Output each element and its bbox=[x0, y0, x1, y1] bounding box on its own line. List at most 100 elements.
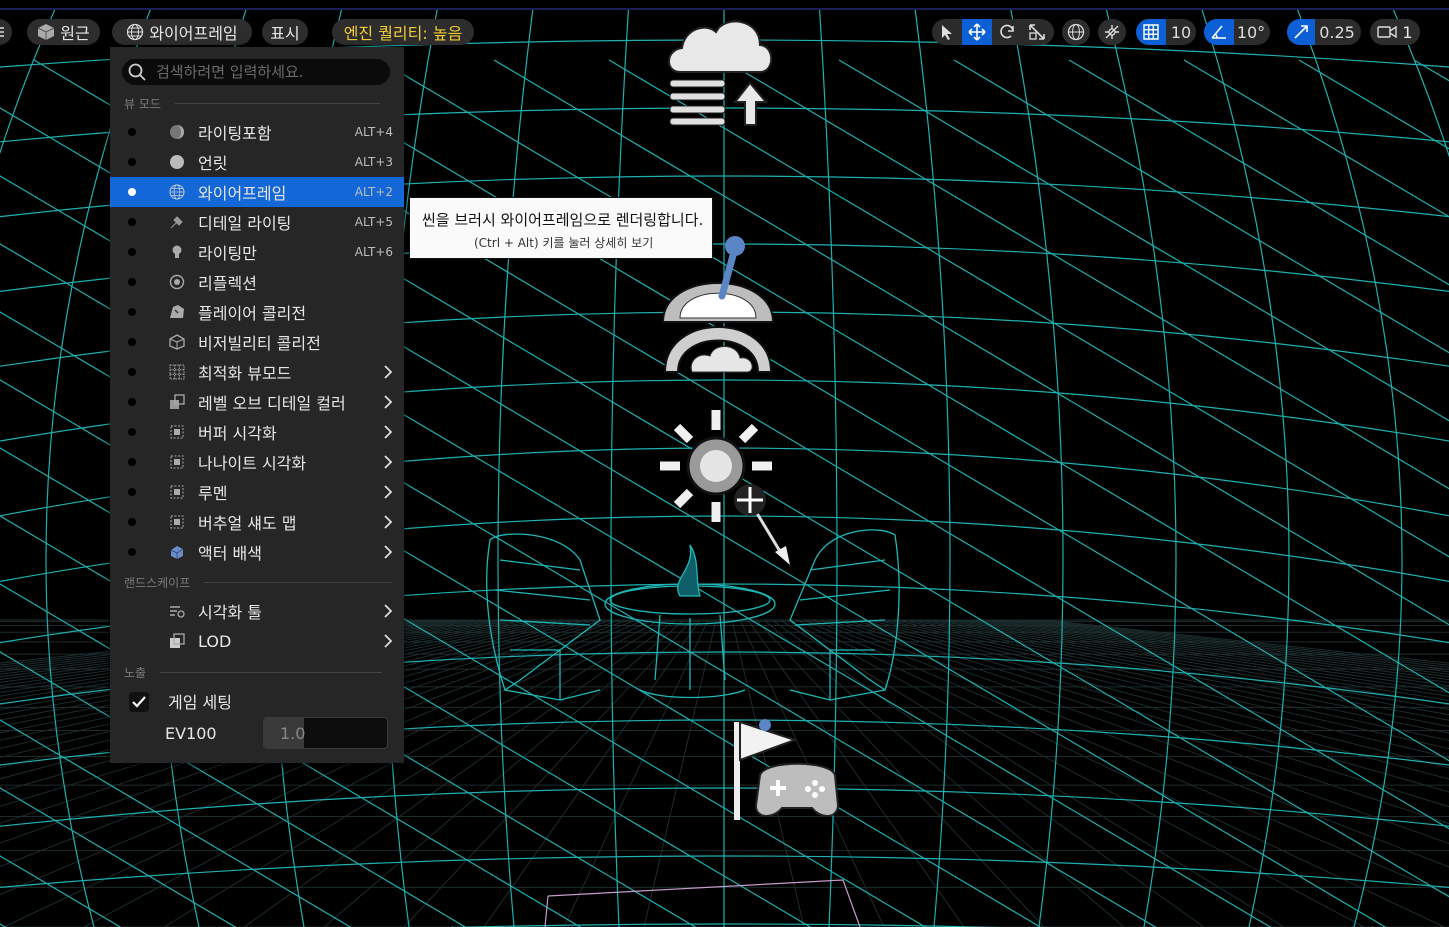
shortcut-label: ALT+4 bbox=[354, 125, 393, 139]
view-mode-label: 리플렉션 bbox=[198, 274, 257, 293]
lumen-icon bbox=[169, 484, 185, 500]
show-button[interactable]: 표시 bbox=[262, 19, 308, 45]
move-arrows-icon bbox=[968, 23, 986, 41]
perspective-button[interactable]: 원근 bbox=[27, 19, 100, 45]
player-start-icon[interactable] bbox=[734, 719, 840, 820]
directional-light-icon[interactable] bbox=[660, 410, 790, 565]
chevron-right-icon bbox=[383, 394, 393, 414]
view-mode-label: 와이어프레임 bbox=[149, 24, 238, 43]
section-view-modes-label: 뷰 모드 bbox=[124, 97, 161, 111]
surface-snap-button[interactable] bbox=[1098, 19, 1126, 45]
rotation-snap-value[interactable]: 10° bbox=[1234, 19, 1268, 45]
view-mode-item[interactable]: 와이어프레임 ALT+2 bbox=[110, 177, 404, 207]
view-mode-item[interactable]: 레벨 오브 디테일 컬러 bbox=[110, 387, 404, 417]
landscape-item[interactable]: 시각화 툴 bbox=[110, 596, 404, 626]
tooltip-text: 씬을 브러시 와이어프레임으로 렌더링합니다. bbox=[422, 211, 704, 229]
scale-icon bbox=[1029, 24, 1045, 40]
checkmark-icon bbox=[132, 696, 146, 708]
view-mode-item[interactable]: 언릿 ALT+3 bbox=[110, 147, 404, 177]
search-input[interactable] bbox=[154, 62, 378, 82]
section-view-modes: 뷰 모드 bbox=[124, 95, 380, 112]
radio-indicator bbox=[128, 398, 136, 406]
view-mode-item[interactable]: 버퍼 시각화 bbox=[110, 417, 404, 447]
engine-quality-button[interactable]: 엔진 퀄리티: 높음 bbox=[332, 19, 474, 45]
search-icon bbox=[128, 63, 146, 81]
view-mode-label: 비저빌리티 콜리전 bbox=[198, 334, 321, 353]
radio-indicator bbox=[128, 158, 136, 166]
virtual-shadow-map-icon bbox=[169, 514, 185, 530]
wireframe-sphere-icon bbox=[169, 184, 185, 200]
radio-indicator bbox=[128, 248, 136, 256]
world-globe-icon bbox=[1067, 23, 1085, 41]
view-mode-button[interactable]: 와이어프레임 bbox=[112, 19, 252, 45]
reflection-icon bbox=[169, 274, 185, 290]
camera-speed-button[interactable]: 1 bbox=[1370, 19, 1420, 45]
scale-snap-value[interactable]: 0.25 bbox=[1315, 19, 1359, 45]
view-mode-label: 언릿 bbox=[198, 154, 228, 173]
view-mode-item[interactable]: 나나이트 시각화 bbox=[110, 447, 404, 477]
hamburger-icon bbox=[0, 27, 4, 37]
view-mode-item[interactable]: 플레이어 콜리전 bbox=[110, 297, 404, 327]
landscape-item-label: LOD bbox=[198, 631, 232, 651]
radio-indicator bbox=[128, 308, 136, 316]
radio-indicator bbox=[128, 548, 136, 556]
ev100-input[interactable]: 1.0 bbox=[263, 717, 388, 749]
view-mode-item[interactable]: 버추얼 섀도 맵 bbox=[110, 507, 404, 537]
rotation-snap-toggle[interactable] bbox=[1204, 19, 1234, 45]
chevron-right-icon bbox=[383, 484, 393, 504]
grid-snap-toggle[interactable] bbox=[1136, 19, 1166, 45]
lod-coloration-icon bbox=[169, 394, 185, 410]
visualizer-icon bbox=[169, 603, 185, 619]
world-local-button[interactable] bbox=[1062, 19, 1090, 45]
buffer-visualization-icon bbox=[169, 424, 185, 440]
view-mode-item[interactable]: 라이팅만 ALT+6 bbox=[110, 237, 404, 267]
rotate-mode-button[interactable] bbox=[992, 19, 1022, 45]
camera-speed-value: 1 bbox=[1402, 22, 1413, 42]
view-mode-label: 버추얼 섀도 맵 bbox=[198, 514, 297, 533]
view-mode-item[interactable]: 액터 배색 bbox=[110, 537, 404, 567]
player-collision-icon bbox=[169, 304, 185, 320]
view-mode-item[interactable]: 비저빌리티 콜리전 bbox=[110, 327, 404, 357]
scale-mode-button[interactable] bbox=[1022, 19, 1052, 45]
view-mode-item[interactable]: 라이팅포함 ALT+4 bbox=[110, 117, 404, 147]
show-label: 표시 bbox=[270, 24, 300, 43]
view-mode-item[interactable]: 최적화 뷰모드 bbox=[110, 357, 404, 387]
perspective-label: 원근 bbox=[60, 24, 90, 43]
view-mode-menu: 뷰 모드 라이팅포함 ALT+4 언릿 ALT+3 와이어프레임 ALT+2 디테일 라이팅… bbox=[110, 47, 404, 763]
view-mode-label: 최적화 뷰모드 bbox=[198, 364, 292, 383]
scale-snap-toggle[interactable] bbox=[1287, 19, 1315, 45]
tooltip-hint: (Ctrl + Alt) 키를 눌러 상세히 보기 bbox=[474, 236, 654, 250]
shortcut-label: ALT+5 bbox=[354, 215, 393, 229]
landscape-item[interactable]: LOD bbox=[110, 626, 404, 656]
section-landscape-label: 랜드스케이프 bbox=[124, 576, 191, 590]
grid-snap-value[interactable]: 10 bbox=[1166, 19, 1196, 45]
shortcut-label: ALT+2 bbox=[354, 185, 393, 199]
shortcut-label: ALT+3 bbox=[354, 155, 393, 169]
radio-indicator bbox=[128, 128, 136, 136]
chevron-right-icon bbox=[383, 544, 393, 564]
view-mode-item[interactable]: 리플렉션 bbox=[110, 267, 404, 297]
shortcut-label: ALT+6 bbox=[354, 245, 393, 259]
radio-indicator bbox=[128, 278, 136, 286]
lod-icon bbox=[169, 633, 185, 649]
game-settings-checkbox[interactable] bbox=[129, 692, 149, 712]
section-divider bbox=[204, 582, 393, 583]
view-mode-item[interactable]: 루멘 bbox=[110, 477, 404, 507]
angle-icon bbox=[1211, 25, 1226, 39]
nanite-visualization-icon bbox=[169, 454, 185, 470]
menu-search-box[interactable] bbox=[122, 59, 390, 85]
wireframe-tooltip: 씬을 브러시 와이어프레임으로 렌더링합니다. (Ctrl + Alt) 키를 … bbox=[409, 197, 713, 259]
sky-light-cloud-icon[interactable] bbox=[668, 20, 773, 126]
view-mode-label: 버퍼 시각화 bbox=[198, 424, 277, 443]
lightbulb-icon bbox=[169, 244, 185, 260]
view-mode-item[interactable]: 디테일 라이팅 ALT+5 bbox=[110, 207, 404, 237]
detail-lighting-icon bbox=[169, 214, 185, 230]
landscape-item-label: 시각화 툴 bbox=[198, 603, 262, 622]
translate-mode-button[interactable] bbox=[962, 19, 992, 45]
ev100-value: 1.0 bbox=[280, 723, 306, 743]
section-exposure-label: 노출 bbox=[124, 666, 147, 680]
surface-snap-icon bbox=[1105, 25, 1119, 39]
section-exposure: 노출 bbox=[124, 664, 383, 681]
select-mode-button[interactable] bbox=[932, 19, 962, 45]
scale-arrow-icon bbox=[1294, 25, 1308, 39]
